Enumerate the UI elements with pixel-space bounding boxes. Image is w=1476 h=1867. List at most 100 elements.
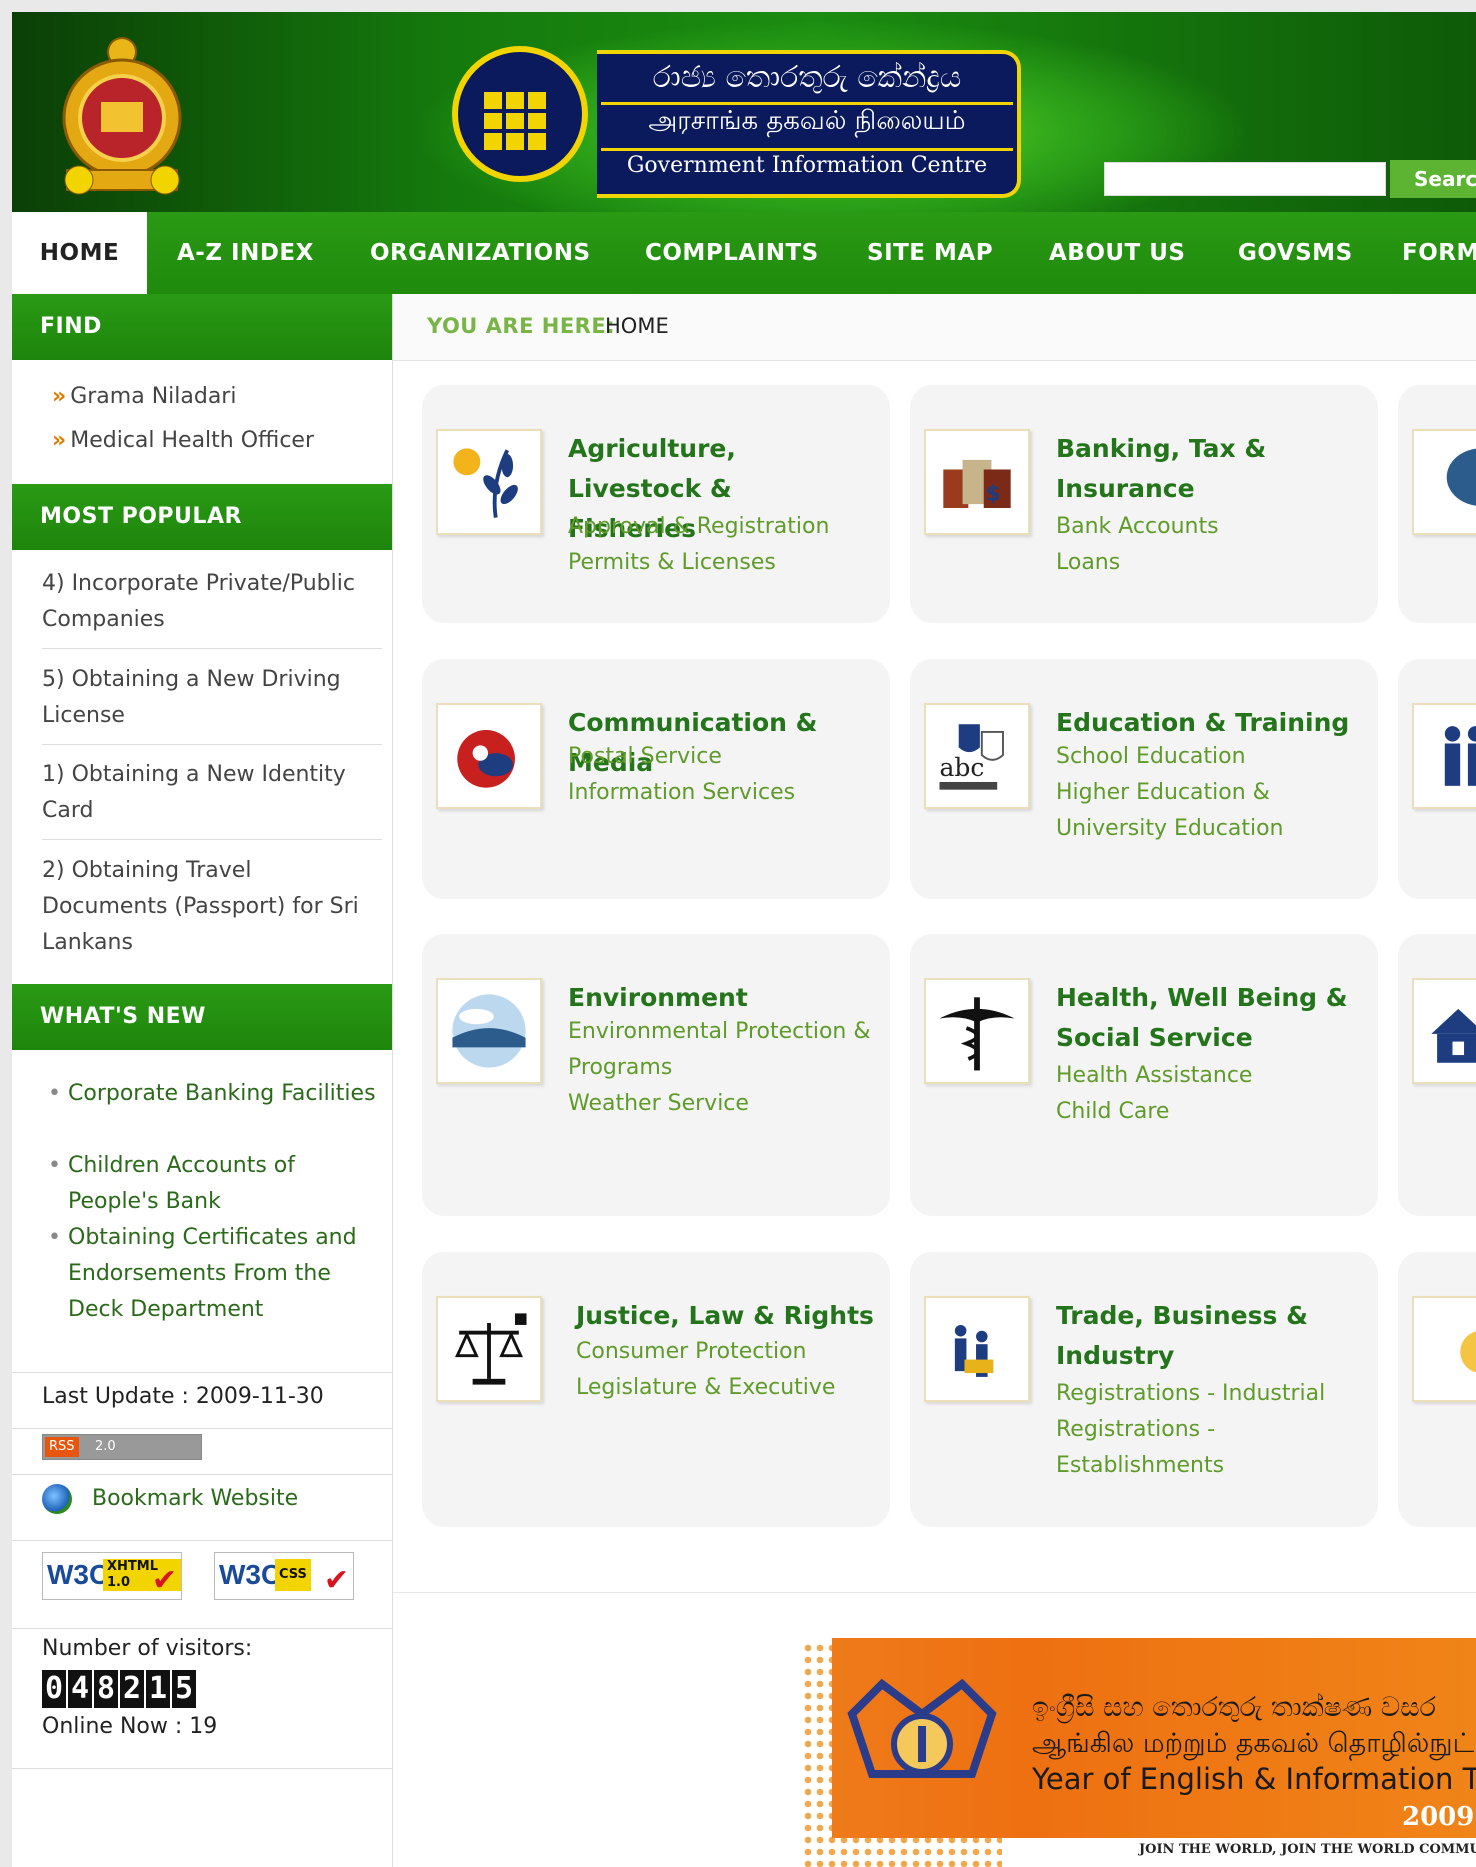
popular-item[interactable]: 4) Incorporate Private/Public Companies (42, 566, 382, 638)
card-link[interactable]: Permits & Licenses (568, 545, 878, 581)
plant-icon (436, 429, 542, 535)
environment-icon (436, 978, 542, 1084)
banner-year: 2009 (1402, 1802, 1475, 1832)
most-popular-heading: MOST POPULAR (12, 484, 392, 550)
banner-text-english: Year of English & Information Technology (1032, 1762, 1476, 1796)
education-icon: abc (924, 703, 1030, 809)
card-link[interactable]: Health Assistance (1056, 1058, 1366, 1094)
speech-bubble-icon (1412, 429, 1476, 535)
sri-lanka-emblem-icon (62, 37, 182, 195)
caduceus-icon (924, 978, 1030, 1084)
category-card-agriculture[interactable]: Agriculture, Livestock & Fisheries Appro… (422, 385, 890, 623)
card-title[interactable]: Education & Training (1056, 703, 1356, 743)
nav-complaints[interactable]: COMPLAINTS (645, 212, 819, 294)
sun-icon (1412, 1296, 1476, 1402)
site-header: රාජ්‍ය තොරතුරු කේන්ද්‍රය அரசாங்க தகவல் ந… (12, 12, 1476, 212)
search-button[interactable]: Search (1390, 160, 1476, 198)
checkmark-icon: ✔ (151, 1563, 177, 1598)
popular-item[interactable]: 5) Obtaining a New Driving License (42, 662, 382, 734)
card-link[interactable]: Bank Accounts (1056, 509, 1366, 545)
nav-organizations[interactable]: ORGANIZATIONS (370, 212, 591, 294)
logo-text-english: Government Information Centre (626, 153, 988, 178)
main-nav: HOME A-Z INDEX ORGANIZATIONS COMPLAINTS … (12, 212, 1476, 294)
double-chevron-icon: » (52, 384, 67, 409)
lotus-logo-icon (847, 1678, 997, 1778)
banner-tagline: JOIN THE WORLD, JOIN THE WORLD COMMUNITY (1139, 1842, 1476, 1857)
card-title[interactable]: Trade, Business & Industry (1056, 1296, 1356, 1376)
logo-text-sinhala: රාජ්‍ය තොරතුරු කේන්ද්‍රය (652, 60, 962, 95)
card-link[interactable]: Approval & Registration (568, 509, 878, 545)
card-link[interactable]: Environmental Protection & Programs (568, 1014, 878, 1086)
card-link[interactable]: School Education (1056, 739, 1366, 775)
category-card-justice[interactable]: Justice, Law & Rights Consumer Protectio… (422, 1252, 890, 1527)
w3c-xhtml-badge[interactable]: W3C XHTML 1.0 ✔ (42, 1552, 182, 1600)
category-card-banking[interactable]: $ Banking, Tax & Insurance Bank Accounts… (910, 385, 1378, 623)
news-item[interactable]: • Children Accounts of People's Bank (48, 1148, 378, 1220)
category-card-communication[interactable]: Communication & Media Postal Service Inf… (422, 659, 890, 899)
rss-feed-badge[interactable]: RSS 2.0 (42, 1434, 202, 1460)
online-now: Online Now : 19 (42, 1714, 218, 1739)
category-card-partial[interactable] (1398, 934, 1476, 1216)
category-card-partial[interactable] (1398, 659, 1476, 899)
find-link-medical-health-officer[interactable]: » Medical Health Officer (52, 428, 314, 453)
content-divider (393, 1592, 1476, 1593)
find-heading: FIND (12, 294, 392, 360)
visitors-label: Number of visitors: (42, 1636, 253, 1661)
category-card-health[interactable]: Health, Well Being & Social Service Heal… (910, 934, 1378, 1216)
logo-grid-icon (484, 92, 546, 150)
people-icon (1412, 703, 1476, 809)
page: රාජ්‍ය තොරතුරු කේන්ද්‍රය அரசாங்க தகவல் ந… (12, 12, 1476, 1867)
nav-site-map[interactable]: SITE MAP (867, 212, 993, 294)
category-card-partial[interactable] (1398, 1252, 1476, 1527)
category-card-partial[interactable] (1398, 385, 1476, 623)
banner-text-sinhala: ඉංග්‍රීසි සහ තොරතුරු තාක්ෂණ වසර (1032, 1692, 1436, 1723)
nav-about-us[interactable]: ABOUT US (1049, 212, 1186, 294)
bookmark-link[interactable]: Bookmark Website (92, 1486, 298, 1511)
whats-new-heading: WHAT'S NEW (12, 984, 392, 1050)
breadcrumb-label: YOU ARE HERE: (427, 314, 616, 338)
find-link-grama-niladari[interactable]: » Grama Niladari (52, 384, 236, 409)
news-item[interactable]: • Corporate Banking Facilities (48, 1076, 378, 1112)
search-input[interactable] (1104, 162, 1386, 196)
site-logo[interactable]: රාජ්‍ය තොරතුරු කේන්ද්‍රය அரசாங்க தகவல் ந… (597, 50, 1021, 198)
money-icon: $ (924, 429, 1030, 535)
card-title[interactable]: Environment (568, 978, 868, 1018)
card-title[interactable]: Banking, Tax & Insurance (1056, 429, 1356, 509)
nav-govsms[interactable]: GOVSMS (1238, 212, 1353, 294)
breadcrumb: YOU ARE HERE: HOME (393, 294, 1476, 361)
banner-text-tamil: ஆங்கில மற்றும் தகவல் தொழில்நுட்ப வருடம் (1032, 1728, 1476, 1759)
checkmark-icon: ✔ (323, 1563, 349, 1598)
news-item[interactable]: • Obtaining Certificates and Endorsements… (48, 1220, 378, 1328)
w3c-css-badge[interactable]: W3C CSS ✔ (214, 1552, 354, 1600)
sidebar: FIND » Grama Niladari » Medical Health Off… (12, 294, 393, 1867)
nav-forms[interactable]: FORMS (1402, 212, 1476, 294)
card-link[interactable]: Postal Service (568, 739, 878, 775)
card-link[interactable]: Registrations - Industrial Registrations… (1056, 1376, 1366, 1484)
card-link[interactable]: Consumer Protection (576, 1334, 886, 1370)
breadcrumb-current: HOME (605, 314, 669, 338)
category-card-education[interactable]: abc Education & Training School Educatio… (910, 659, 1378, 899)
last-update: Last Update : 2009-11-30 (42, 1384, 324, 1409)
double-chevron-icon: » (52, 428, 67, 453)
card-link[interactable]: Child Care (1056, 1094, 1366, 1130)
card-link[interactable]: Legislature & Executive (576, 1370, 886, 1406)
business-people-icon (924, 1296, 1030, 1402)
card-link[interactable]: Loans (1056, 545, 1366, 581)
card-link[interactable]: Information Services (568, 775, 878, 811)
popular-item[interactable]: 1) Obtaining a New Identity Card (42, 757, 382, 829)
globe-icon (42, 1484, 72, 1514)
house-icon (1412, 978, 1476, 1084)
card-link[interactable]: Weather Service (568, 1086, 878, 1122)
card-title[interactable]: Justice, Law & Rights (576, 1296, 876, 1336)
nav-a-z-index[interactable]: A-Z INDEX (177, 212, 314, 294)
popular-item[interactable]: 2) Obtaining Travel Documents (Passport)… (42, 853, 382, 961)
communication-icon (436, 703, 542, 809)
card-title[interactable]: Health, Well Being & Social Service (1056, 978, 1356, 1058)
logo-text-tamil: அரசாங்க தகவல் நிலையம் (648, 106, 966, 136)
category-card-trade[interactable]: Trade, Business & Industry Registrations… (910, 1252, 1378, 1527)
category-card-environment[interactable]: Environment Environmental Protection & P… (422, 934, 890, 1216)
card-link[interactable]: Higher Education & University Education (1056, 775, 1366, 847)
visitor-counter: 0 4 8 2 1 5 (42, 1670, 196, 1708)
nav-home[interactable]: HOME (12, 212, 147, 294)
svg-text:abc: abc (939, 753, 984, 782)
